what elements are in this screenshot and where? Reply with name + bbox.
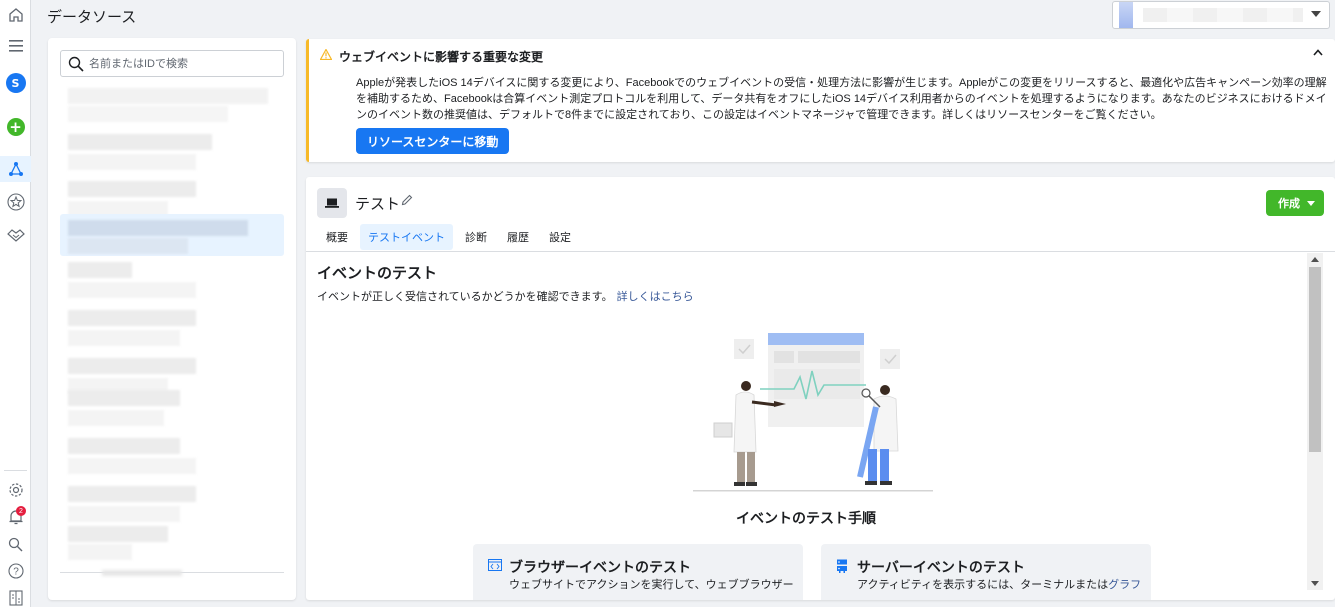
list-item[interactable] bbox=[60, 262, 284, 304]
create-plus-icon[interactable]: + bbox=[0, 115, 31, 139]
search-icon[interactable] bbox=[0, 532, 31, 556]
star-icon[interactable] bbox=[0, 190, 31, 214]
content-scrollbar[interactable] bbox=[1307, 253, 1323, 590]
scroll-down-arrow-icon[interactable] bbox=[1311, 581, 1319, 586]
web-source-icon bbox=[317, 188, 347, 218]
section-description: イベントが正しく受信されているかどうかを確認できます。 詳しくはこちら bbox=[317, 288, 694, 304]
tab-history[interactable]: 履歴 bbox=[499, 224, 537, 250]
card-title: サーバーイベントのテスト bbox=[857, 559, 1025, 575]
ios14-alert-banner: ウェブイベントに影響する重要な変更 Appleが発表したiOS 14デバイスに関… bbox=[306, 39, 1335, 162]
search-field[interactable] bbox=[60, 50, 284, 77]
redacted-footer-text bbox=[102, 570, 182, 576]
tab-overview[interactable]: 概要 bbox=[318, 224, 356, 250]
help-icon[interactable]: ? bbox=[0, 559, 31, 583]
business-account-selector[interactable] bbox=[1112, 1, 1330, 29]
pencil-edit-icon[interactable] bbox=[401, 194, 413, 206]
home-icon[interactable] bbox=[0, 3, 31, 27]
list-item[interactable] bbox=[60, 438, 284, 480]
notifications-bell-icon[interactable]: 2 bbox=[0, 505, 31, 529]
list-item-selected[interactable] bbox=[60, 214, 284, 256]
list-item[interactable] bbox=[60, 134, 284, 176]
scroll-up-arrow-icon[interactable] bbox=[1311, 257, 1319, 262]
source-name: テスト bbox=[355, 196, 401, 213]
tab-diagnostics[interactable]: 診断 bbox=[457, 224, 495, 250]
chevron-up-icon[interactable] bbox=[1313, 49, 1323, 56]
svg-text:?: ? bbox=[13, 567, 19, 578]
alert-title: ウェブイベントに影響する重要な変更 bbox=[339, 50, 544, 64]
card-description: ウェブサイトでアクションを実行して、ウェブブラウザー bbox=[509, 579, 794, 591]
tab-test-events[interactable]: テストイベント bbox=[360, 224, 453, 250]
handshake-icon[interactable] bbox=[0, 223, 31, 247]
redacted-account-logo bbox=[1119, 2, 1133, 28]
server-event-test-card[interactable]: サーバーイベントのテスト アクティビティを表示するには、ターミナルまたはグラフ bbox=[821, 544, 1151, 600]
caret-down-icon bbox=[1307, 200, 1315, 206]
menu-icon[interactable] bbox=[0, 34, 31, 58]
left-nav-rail: S + 2 ? bbox=[0, 0, 31, 607]
card-description-text: アクティビティを表示するには、ターミナルまたは bbox=[857, 579, 1109, 591]
redacted-account-name bbox=[1143, 8, 1303, 22]
report-icon[interactable] bbox=[0, 586, 31, 607]
list-item[interactable] bbox=[60, 86, 284, 128]
data-source-detail: テスト 作成 概要 テストイベント 診断 履歴 設定 イベントのテスト イベント… bbox=[306, 177, 1335, 600]
go-to-resource-center-button[interactable]: リソースセンターに移動 bbox=[356, 128, 510, 154]
tab-settings[interactable]: 設定 bbox=[541, 224, 579, 250]
account-avatar[interactable]: S bbox=[0, 71, 31, 95]
search-input[interactable] bbox=[89, 54, 279, 73]
browser-event-test-card[interactable]: ブラウザーイベントのテスト ウェブサイトでアクションを実行して、ウェブブラウザー bbox=[473, 544, 803, 600]
list-item[interactable] bbox=[60, 310, 284, 352]
notification-badge: 2 bbox=[16, 506, 26, 516]
chevron-down-icon bbox=[1311, 11, 1321, 17]
create-button[interactable]: 作成 bbox=[1266, 190, 1324, 216]
data-source-list bbox=[48, 38, 296, 600]
warning-icon bbox=[320, 49, 332, 60]
scroll-thumb[interactable] bbox=[1309, 267, 1321, 452]
steps-title: イベントのテスト手順 bbox=[736, 510, 876, 526]
list-item[interactable] bbox=[60, 390, 284, 432]
tabs-divider bbox=[306, 251, 1335, 252]
description-text: イベントが正しく受信されているかどうかを確認できます。 bbox=[317, 291, 613, 303]
rail-divider bbox=[4, 470, 27, 471]
graph-api-link[interactable]: グラフ bbox=[1108, 579, 1141, 591]
server-icon bbox=[837, 559, 847, 573]
test-events-illustration bbox=[693, 333, 933, 492]
search-icon bbox=[68, 56, 84, 72]
detail-tabs: 概要 テストイベント 診断 履歴 設定 bbox=[318, 224, 579, 250]
avatar: S bbox=[5, 73, 26, 93]
card-title: ブラウザーイベントのテスト bbox=[509, 559, 691, 575]
alert-body: Appleが発表したiOS 14デバイスに関する変更により、Facebookでの… bbox=[356, 77, 1327, 121]
list-item[interactable] bbox=[60, 526, 284, 568]
list-item[interactable] bbox=[60, 486, 284, 528]
browser-code-icon bbox=[488, 559, 502, 571]
learn-more-link[interactable]: 詳しくはこちら bbox=[617, 291, 694, 303]
section-title: イベントのテスト bbox=[317, 265, 438, 282]
page-title: データソース bbox=[47, 9, 137, 26]
settings-gear-icon[interactable] bbox=[0, 478, 31, 502]
create-button-label: 作成 bbox=[1278, 198, 1300, 210]
events-manager-icon[interactable] bbox=[0, 156, 31, 182]
card-description: アクティビティを表示するには、ターミナルまたはグラフ bbox=[857, 576, 1141, 592]
